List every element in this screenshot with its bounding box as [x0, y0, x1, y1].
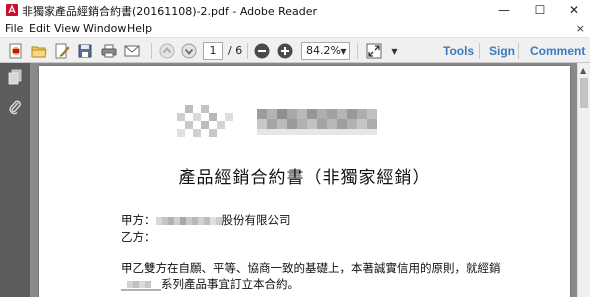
party-a-label: 甲方：	[121, 213, 156, 227]
menu-bar: File Edit View Window Help ×	[0, 20, 590, 37]
toolbar-separator	[357, 43, 358, 59]
menu-help[interactable]: Help	[127, 22, 152, 35]
menu-window[interactable]: Window	[83, 22, 126, 35]
minimize-button[interactable]: —	[487, 0, 521, 20]
pdf-page: 產品經銷合約書（非獨家經銷） 甲方： 股份有限公司 乙方： 甲乙雙方在自願、平等…	[39, 66, 570, 297]
party-a-line: 甲方： 股份有限公司	[121, 212, 291, 228]
close-window-button[interactable]: ✕	[557, 0, 590, 20]
toolbar-separator	[479, 43, 480, 59]
maximize-button[interactable]: ☐	[523, 0, 557, 20]
party-a-suffix: 股份有限公司	[221, 213, 291, 227]
create-pdf-icon[interactable]	[7, 42, 25, 60]
party-b-label: 乙方：	[121, 230, 156, 244]
print-icon[interactable]	[100, 42, 118, 60]
menu-view[interactable]: View	[54, 22, 80, 35]
toolbar: 1 / 6 84.2% ▼ ▼ Tools Sign Comment	[0, 37, 590, 63]
window-title: 非獨家產品經銷合約書(20161108)-2.pdf - Adobe Reade…	[22, 5, 318, 18]
open-file-icon[interactable]	[30, 42, 48, 60]
body-paragraph-line-1: 甲乙雙方在自願、平等、協商一致的基礎上，本著誠實信用的原則，就經銷	[121, 261, 501, 275]
tools-button[interactable]: Tools	[443, 44, 474, 58]
party-b-line: 乙方：	[121, 229, 156, 245]
toolbar-separator	[518, 43, 519, 59]
sign-button[interactable]: Sign	[489, 44, 515, 58]
save-icon[interactable]	[76, 42, 94, 60]
page-number-input[interactable]: 1	[203, 42, 223, 60]
redacted-product-name	[121, 280, 161, 290]
body-line-2-text: 系列產品事宜訂立本合約。	[161, 277, 299, 291]
next-page-icon[interactable]	[180, 42, 198, 60]
zoom-out-icon[interactable]	[253, 42, 271, 60]
redacted-company-name	[155, 216, 222, 225]
toolbar-separator	[247, 43, 248, 59]
attachments-icon[interactable]	[7, 99, 23, 115]
toolbar-separator	[151, 43, 152, 59]
adobe-reader-icon	[5, 3, 19, 17]
redacted-company-logo	[177, 105, 377, 137]
vertical-scrollbar[interactable]: ▲	[577, 63, 590, 297]
zoom-dropdown-arrow-icon[interactable]: ▼	[338, 43, 349, 59]
menu-file[interactable]: File	[5, 22, 23, 35]
previous-page-icon[interactable]	[158, 42, 176, 60]
view-options-arrow-icon[interactable]: ▼	[389, 43, 400, 59]
close-document-button[interactable]: ×	[576, 22, 585, 35]
menu-edit[interactable]: Edit	[29, 22, 50, 35]
scroll-up-arrow-icon[interactable]: ▲	[580, 66, 586, 75]
email-icon[interactable]	[123, 42, 141, 60]
page-thumbnails-icon[interactable]	[7, 69, 23, 85]
title-bar: 非獨家產品經銷合約書(20161108)-2.pdf - Adobe Reade…	[0, 0, 590, 20]
document-title: 產品經銷合約書（非獨家經銷）	[178, 168, 431, 188]
navigation-pane	[0, 63, 30, 297]
fit-page-icon[interactable]	[365, 42, 383, 60]
body-paragraph-line-2: 系列產品事宜訂立本合約。	[121, 276, 299, 292]
scrollbar-thumb[interactable]	[580, 78, 588, 108]
zoom-in-icon[interactable]	[276, 42, 294, 60]
document-view[interactable]: 產品經銷合約書（非獨家經銷） 甲方： 股份有限公司 乙方： 甲乙雙方在自願、平等…	[30, 63, 577, 297]
comment-button[interactable]: Comment	[530, 44, 585, 58]
page-total-label: / 6	[228, 44, 243, 57]
edit-document-icon[interactable]	[53, 42, 71, 60]
